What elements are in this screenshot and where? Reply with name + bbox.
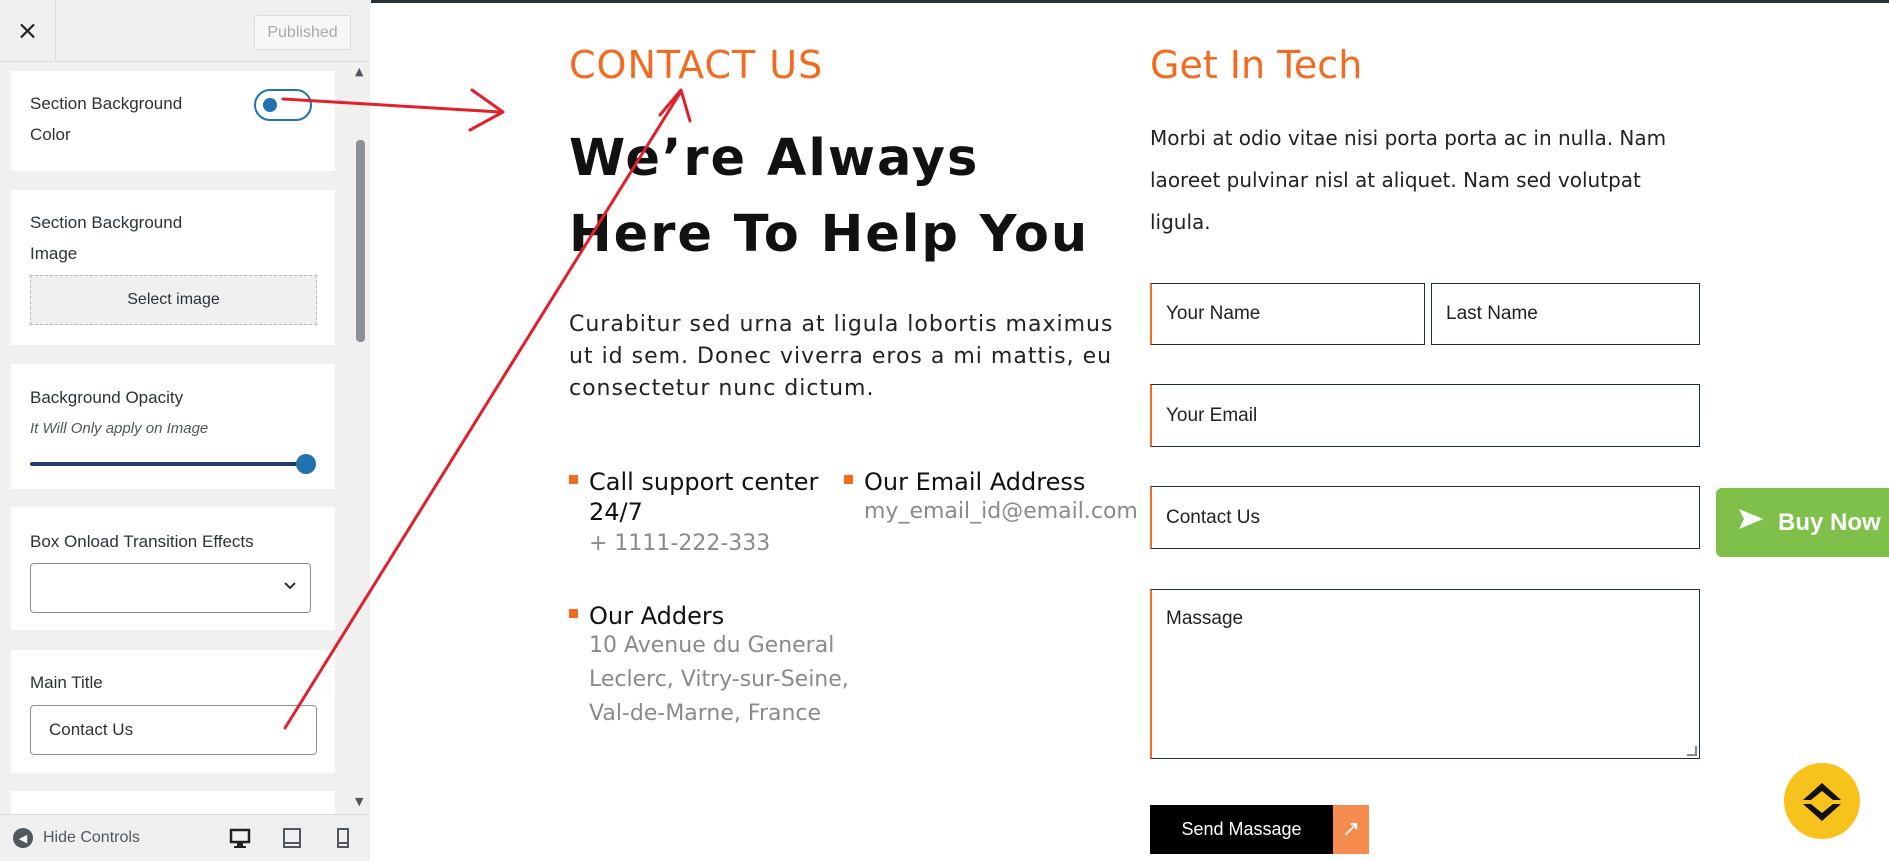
subject-field[interactable]: Contact Us <box>1150 486 1700 549</box>
bullet-icon <box>569 609 578 618</box>
section-bg-color-toggle[interactable] <box>254 89 312 121</box>
bg-opacity-note: It Will Only apply on Image <box>30 420 209 437</box>
select-image-button[interactable]: Select image <box>30 275 317 325</box>
toggle-knob <box>263 98 277 112</box>
mobile-icon[interactable] <box>331 826 355 850</box>
hide-controls-label: Hide Controls <box>43 829 140 846</box>
logo-arrows-icon <box>1803 783 1841 821</box>
tablet-icon[interactable] <box>280 826 304 850</box>
chevron-down-icon <box>282 577 298 598</box>
support-phone: + 1111-222-333 <box>589 531 771 556</box>
section-bg-color-panel: Section Background Color <box>11 71 335 171</box>
buy-now-label: Buy Now <box>1778 508 1881 536</box>
sidebar-footer: ◀ Hide Controls <box>0 814 370 861</box>
main-title-input[interactable] <box>30 705 317 755</box>
main-title-panel: Main Title <box>11 650 335 773</box>
bg-opacity-slider-thumb[interactable] <box>296 454 316 474</box>
address-info: Our Adders 10 Avenue du General Leclerc,… <box>569 601 859 771</box>
address-value: 10 Avenue du General Leclerc, Vitry-sur-… <box>589 633 849 726</box>
box-transition-panel: Box Onload Transition Effects <box>11 507 335 630</box>
close-icon: × <box>16 16 39 46</box>
bg-opacity-label: Background Opacity <box>30 388 184 407</box>
intro-text: Curabitur sed urna at ligula lobortis ma… <box>569 312 1114 401</box>
address-title: Our Adders <box>589 602 725 630</box>
customizer-sidebar: × Published Section Background Color Sec… <box>0 0 370 861</box>
send-message-button[interactable]: Send Massage ↗ <box>1150 805 1369 854</box>
box-transition-select[interactable] <box>30 563 311 613</box>
send-arrow-icon <box>1738 508 1764 537</box>
next-panel-partial <box>11 791 335 814</box>
collapse-arrow-icon: ◀ <box>13 828 33 848</box>
support-title: Call support center 24/7 <box>589 468 819 526</box>
close-customizer-button[interactable]: × <box>0 0 56 62</box>
scroll-thumb[interactable] <box>356 140 365 342</box>
buy-now-button[interactable]: Buy Now <box>1716 488 1889 557</box>
message-field[interactable]: Massage <box>1150 589 1700 759</box>
published-button: Published <box>254 15 351 50</box>
main-title-label: Main Title <box>30 673 103 692</box>
email-field[interactable]: Your Email <box>1150 384 1700 447</box>
section-bg-color-label: Section Background Color <box>30 94 183 144</box>
section-bg-image-label: Section Background Image <box>30 213 183 263</box>
sidebar-scrollbar[interactable]: ▲ ▼ <box>351 62 370 814</box>
support-info: Call support center 24/7 + 1111-222-333 <box>569 467 839 567</box>
bg-opacity-slider-track[interactable] <box>30 462 310 466</box>
box-transition-label: Box Onload Transition Effects <box>30 532 254 551</box>
get-in-tech-title: Get In Tech <box>1150 43 1363 87</box>
contact-us-title: CONTACT US <box>569 43 824 87</box>
first-name-field[interactable]: Your Name <box>1150 283 1425 345</box>
hide-controls-button[interactable]: ◀ Hide Controls <box>13 828 140 848</box>
last-name-field[interactable]: Last Name <box>1431 283 1700 345</box>
bg-opacity-panel: Background Opacity It Will Only apply on… <box>11 364 335 489</box>
section-bg-image-panel: Section Background Image Select image <box>11 190 335 345</box>
arrow-up-right-icon: ↗ <box>1333 805 1369 854</box>
scroll-up-arrow-icon[interactable]: ▲ <box>355 65 363 78</box>
main-heading: We’re Always Here To Help You <box>569 129 1090 264</box>
form-description: Morbi at odio vitae nisi porta porta ac … <box>1150 126 1667 234</box>
bullet-icon <box>844 475 853 484</box>
site-preview: CONTACT US We’re Always Here To Help You… <box>371 0 1889 861</box>
scroll-down-arrow-icon[interactable]: ▼ <box>355 795 363 808</box>
email-title: Our Email Address <box>864 468 1086 496</box>
email-value: my_email_id@email.com <box>864 499 1138 524</box>
bullet-icon <box>569 475 578 484</box>
email-info: Our Email Address my_email_id@email.com <box>844 467 1144 537</box>
resize-grip-icon[interactable] <box>1687 746 1697 756</box>
send-message-label: Send Massage <box>1150 805 1333 854</box>
floating-action-button[interactable] <box>1784 763 1860 839</box>
message-placeholder: Massage <box>1166 608 1244 629</box>
sidebar-header: × Published <box>0 0 370 62</box>
desktop-icon[interactable] <box>228 826 252 850</box>
